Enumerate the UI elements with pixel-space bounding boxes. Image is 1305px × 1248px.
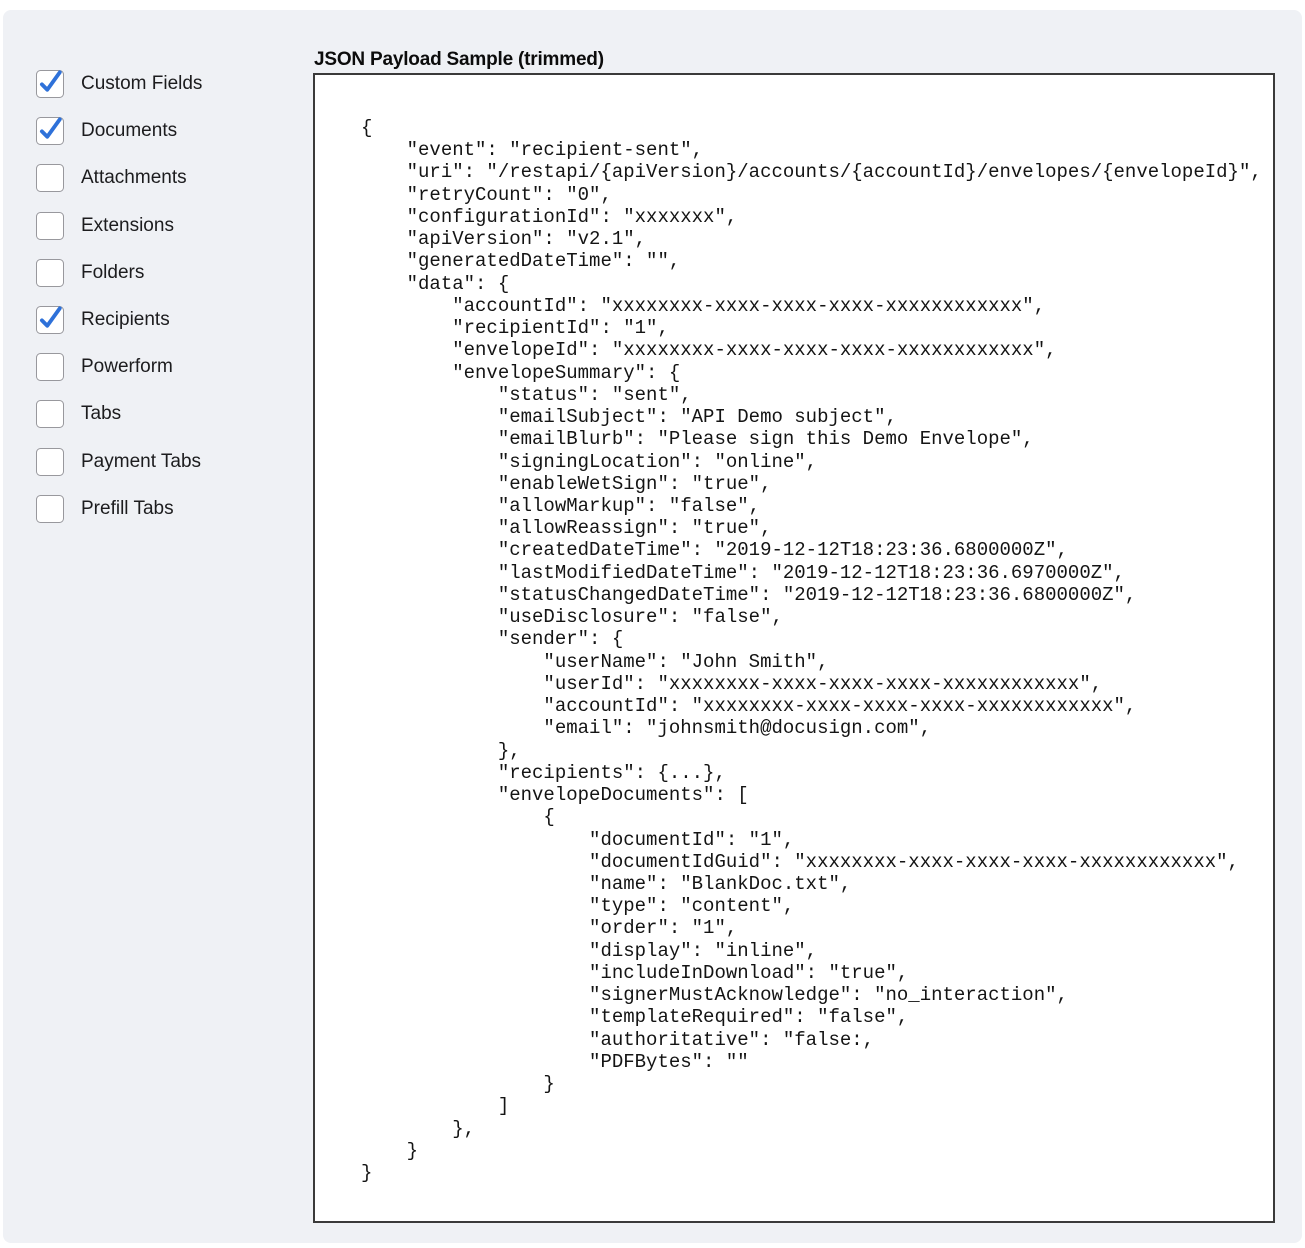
event-checkbox-list: Custom Fields Documents — [36, 70, 202, 523]
checkbox-label: Prefill Tabs — [81, 498, 174, 520]
checkbox-row-payment-tabs[interactable]: Payment Tabs — [36, 448, 202, 476]
checkbox[interactable] — [36, 259, 64, 287]
checkbox-row-custom-fields[interactable]: Custom Fields — [36, 70, 202, 98]
checkbox[interactable] — [36, 70, 64, 98]
checkmark-icon — [37, 307, 62, 332]
checkbox-label: Payment Tabs — [81, 451, 201, 473]
code-sample-box: { "event": "recipient-sent", "uri": "/re… — [313, 73, 1275, 1223]
checkbox[interactable] — [36, 117, 64, 145]
checkbox-label: Attachments — [81, 167, 187, 189]
checkbox-label: Documents — [81, 120, 177, 142]
checkbox[interactable] — [36, 164, 64, 192]
checkbox[interactable] — [36, 495, 64, 523]
checkbox-row-extensions[interactable]: Extensions — [36, 212, 202, 240]
checkbox-row-tabs[interactable]: Tabs — [36, 400, 202, 428]
checkbox-row-recipients[interactable]: Recipients — [36, 306, 202, 334]
checkbox-row-powerform[interactable]: Powerform — [36, 353, 202, 381]
checkbox[interactable] — [36, 448, 64, 476]
checkbox-label: Folders — [81, 262, 144, 284]
checkbox[interactable] — [36, 306, 64, 334]
code-sample-title: JSON Payload Sample (trimmed) — [314, 49, 604, 71]
content-panel: Custom Fields Documents — [3, 10, 1302, 1243]
checkbox[interactable] — [36, 400, 64, 428]
checkbox-label: Extensions — [81, 215, 174, 237]
checkbox-label: Custom Fields — [81, 73, 202, 95]
checkmark-icon — [37, 118, 62, 143]
checkbox[interactable] — [36, 212, 64, 240]
checkbox-label: Tabs — [81, 403, 121, 425]
checkmark-icon — [37, 71, 62, 96]
checkbox[interactable] — [36, 353, 64, 381]
checkbox-row-documents[interactable]: Documents — [36, 117, 202, 145]
checkbox-row-prefill-tabs[interactable]: Prefill Tabs — [36, 495, 202, 523]
checkbox-label: Recipients — [81, 309, 170, 331]
json-payload-code: { "event": "recipient-sent", "uri": "/re… — [315, 75, 1273, 1184]
checkbox-label: Powerform — [81, 356, 173, 378]
page: Custom Fields Documents — [0, 0, 1305, 1248]
checkbox-row-attachments[interactable]: Attachments — [36, 164, 202, 192]
checkbox-row-folders[interactable]: Folders — [36, 259, 202, 287]
